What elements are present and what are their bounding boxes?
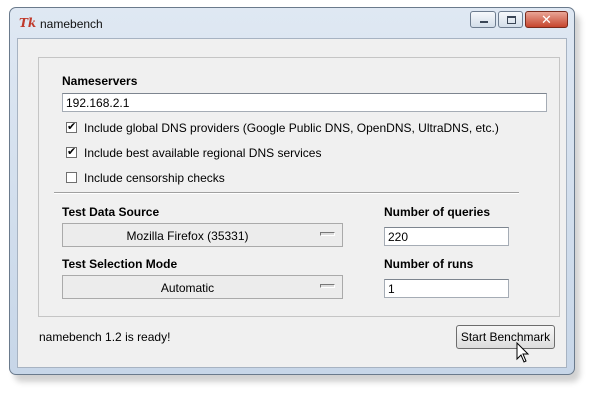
global-dns-label: Include global DNS providers (Google Pub… [84,121,499,135]
number-of-runs-label: Number of runs [384,257,474,271]
separator [54,192,519,194]
check-mark-icon: ✔ [67,146,77,158]
test-data-source-label: Test Data Source [62,205,160,219]
close-button[interactable]: ✕ [525,11,568,28]
test-selection-mode-dropdown[interactable]: Automatic [62,275,343,299]
tk-feather-icon: Tk [19,16,37,30]
client-area: Nameservers 192.168.2.1 ✔ Include global… [17,38,567,368]
check-mark-icon: ✔ [67,121,77,133]
minimize-button[interactable] [470,11,496,28]
settings-group: Nameservers 192.168.2.1 ✔ Include global… [38,57,560,317]
dropdown-value: Mozilla Firefox (35331) [126,229,249,243]
test-data-source-dropdown[interactable]: Mozilla Firefox (35331) [62,223,343,247]
regional-dns-label: Include best available regional DNS serv… [84,146,322,160]
number-of-queries-label: Number of queries [384,205,491,219]
checkbox-box[interactable] [66,172,77,183]
maximize-icon [499,12,522,27]
dropdown-indicator-icon [320,284,335,288]
status-text: namebench 1.2 is ready! [39,330,171,344]
nameservers-input[interactable]: 192.168.2.1 [62,93,547,112]
checkbox-box[interactable]: ✔ [66,121,77,133]
test-selection-mode-label: Test Selection Mode [62,257,178,271]
start-benchmark-button[interactable]: Start Benchmark [456,325,555,349]
checkbox-box[interactable]: ✔ [66,146,77,158]
window-title: namebench [40,17,103,31]
dropdown-value: Automatic [160,281,215,295]
minimize-icon [471,12,495,27]
nameservers-label: Nameservers [62,74,138,88]
mouse-pointer-icon [516,342,530,363]
number-of-runs-input[interactable]: 1 [384,279,509,298]
close-icon: ✕ [541,12,552,27]
app-window: Tk namebench ✕ Nameservers 192.168.2.1 ✔… [9,7,575,375]
censorship-label: Include censorship checks [84,171,225,185]
title-bar[interactable]: Tk namebench ✕ [10,8,574,38]
dropdown-indicator-icon [320,232,335,236]
number-of-queries-input[interactable]: 220 [384,227,509,246]
maximize-button[interactable] [498,11,523,28]
